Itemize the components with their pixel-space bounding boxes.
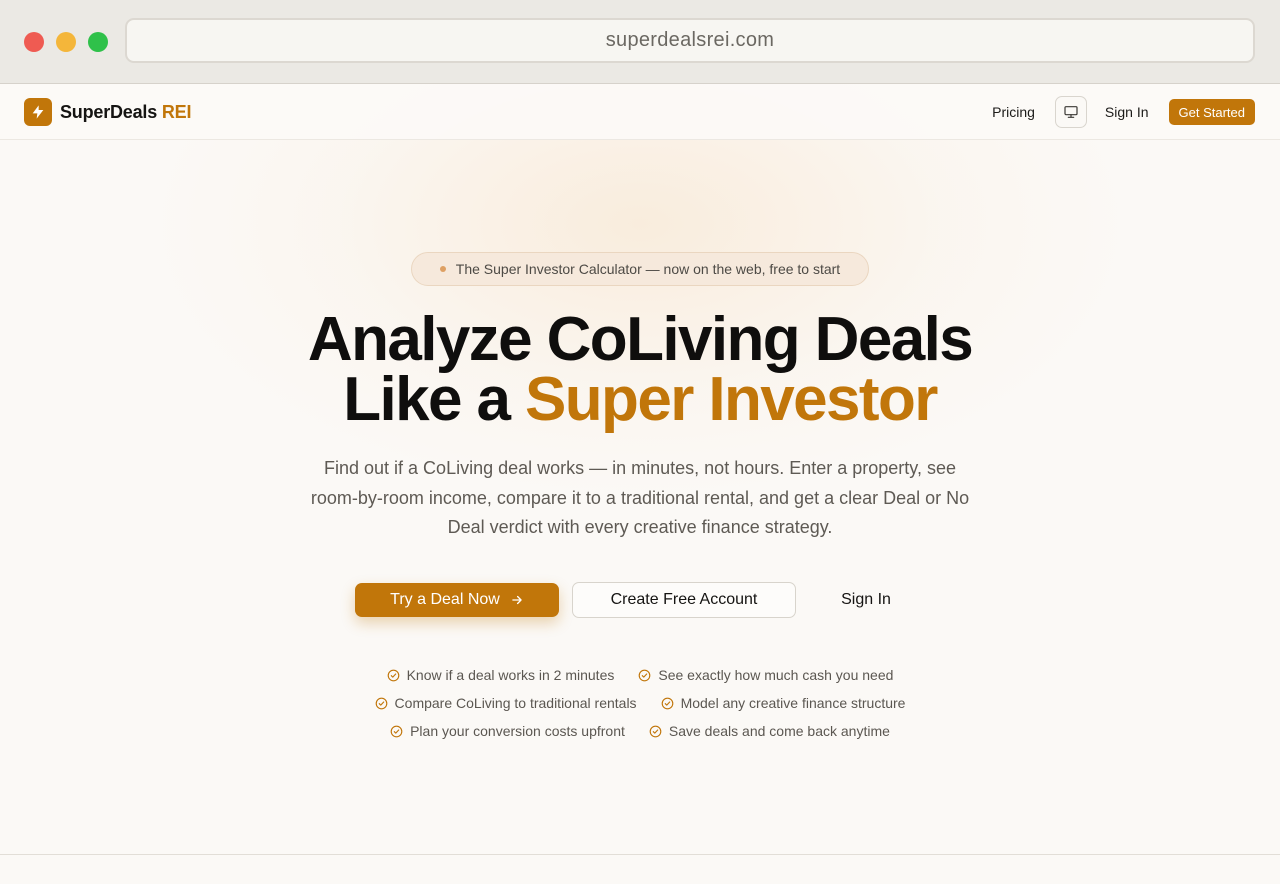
- arrow-right-icon: [512, 595, 522, 605]
- feature-text: Save deals and come back anytime: [668, 723, 890, 739]
- feature-item: Save deals and come back anytime: [649, 723, 890, 739]
- pill-dot: [439, 266, 446, 272]
- headline-line-2-accent: Super Investor: [525, 365, 938, 434]
- feature-text: Plan your conversion costs upfront: [410, 723, 625, 739]
- brand-name: SuperDeals REI: [60, 102, 191, 123]
- feature-row-1: Know if a deal works in 2 minutes See ex…: [0, 667, 1280, 683]
- hero-headline: Analyze CoLiving Deals Like a Super Inve…: [0, 309, 1280, 431]
- monitor-icon: [1064, 106, 1078, 118]
- feature-text: Know if a deal works in 2 minutes: [406, 667, 615, 683]
- try-deal-button[interactable]: Try a Deal Now: [355, 583, 559, 617]
- announcement-text: The Super Investor Calculator — now on t…: [455, 261, 841, 277]
- feature-row-2: Compare CoLiving to traditional rentals …: [0, 695, 1280, 711]
- hero-sign-in-button[interactable]: Sign In: [818, 582, 914, 618]
- check-circle-icon: [375, 697, 387, 709]
- brand-name-main: SuperDeals: [60, 101, 158, 122]
- address-bar-url: superdealsrei.com: [605, 29, 775, 51]
- feature-item: Know if a deal works in 2 minutes: [387, 667, 615, 683]
- feature-text: Compare CoLiving to traditional rentals: [394, 695, 637, 711]
- check-circle-icon: [649, 725, 662, 737]
- feature-row-3: Plan your conversion costs upfront Save …: [0, 723, 1280, 739]
- headline-line-1: Analyze CoLiving Deals: [307, 305, 974, 374]
- feature-item: Plan your conversion costs upfront: [390, 723, 625, 739]
- lightning-bolt-icon: [24, 98, 52, 126]
- check-circle-icon: [387, 669, 399, 681]
- check-circle-icon: [390, 725, 403, 737]
- window-maximize-button[interactable]: [88, 32, 108, 52]
- headline-line-2-prefix: Like a: [343, 365, 526, 434]
- brand-logo-link[interactable]: SuperDeals REI: [24, 98, 191, 126]
- feature-item: See exactly how much cash you need: [638, 667, 893, 683]
- window-close-button[interactable]: [24, 32, 44, 52]
- feature-item: Model any creative finance structure: [661, 695, 906, 711]
- top-nav: SuperDeals REI Pricing Sign In Get Start…: [0, 84, 1280, 140]
- hero-glow-background: [140, 84, 1140, 504]
- try-deal-label: Try a Deal Now: [390, 591, 500, 608]
- landing-page: SuperDeals REI Pricing Sign In Get Start…: [0, 84, 1280, 884]
- announcement-pill: The Super Investor Calculator — now on t…: [411, 252, 869, 286]
- address-bar[interactable]: superdealsrei.com: [125, 18, 1255, 63]
- check-circle-icon: [639, 669, 651, 681]
- nav-pricing-link[interactable]: Pricing: [992, 104, 1035, 120]
- check-circle-icon: [661, 697, 673, 709]
- window-minimize-button[interactable]: [56, 32, 76, 52]
- hero-subheadline: Find out if a CoLiving deal works — in m…: [310, 458, 970, 537]
- feature-item: Compare CoLiving to traditional rentals: [375, 695, 637, 711]
- browser-chrome: superdealsrei.com: [0, 0, 1280, 84]
- get-started-button[interactable]: Get Started: [1168, 99, 1255, 125]
- feature-text: See exactly how much cash you need: [658, 667, 894, 683]
- nav-sign-in-link[interactable]: Sign In: [1105, 104, 1149, 120]
- create-account-button[interactable]: Create Free Account: [572, 582, 796, 618]
- nav-actions: Pricing Sign In Get Started: [992, 96, 1255, 128]
- feature-text: Model any creative finance structure: [680, 695, 906, 711]
- theme-toggle-button[interactable]: [1054, 96, 1087, 128]
- brand-name-accent: REI: [161, 101, 192, 122]
- section-divider: [0, 854, 1280, 855]
